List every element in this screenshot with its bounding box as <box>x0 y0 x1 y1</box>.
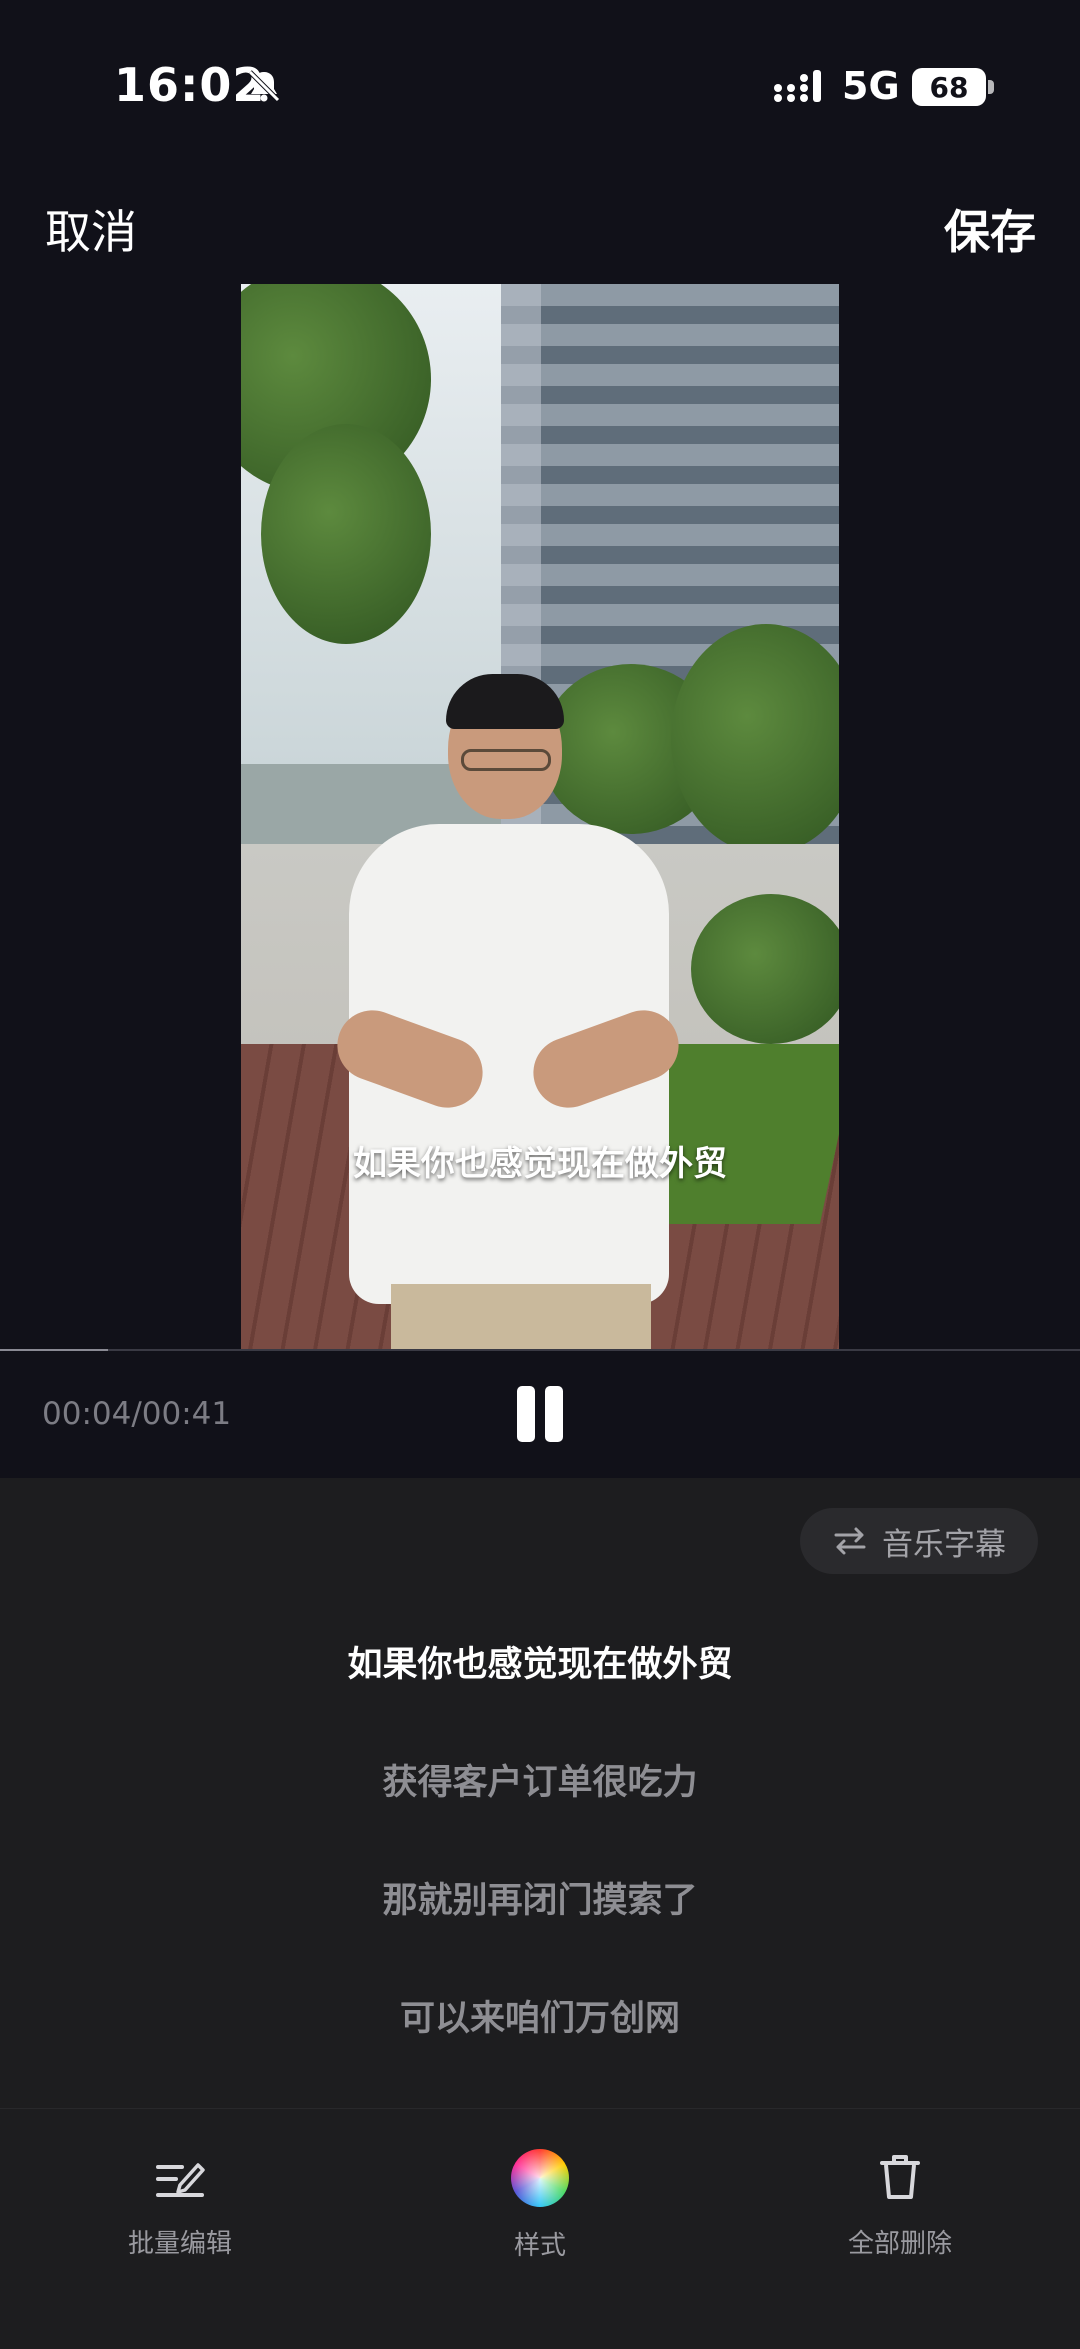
batch-edit-label: 批量编辑 <box>127 2229 232 2259</box>
signal-icon <box>774 70 821 102</box>
style-label: 样式 <box>513 2231 566 2261</box>
delete-all-label: 全部删除 <box>847 2229 952 2259</box>
video-tree <box>261 424 431 644</box>
music-subtitle-toggle[interactable]: 音乐字幕 <box>800 1508 1038 1574</box>
delete-all-button[interactable]: 全部删除 <box>800 2149 1000 2260</box>
video-shrub <box>691 894 839 1044</box>
status-time: 16:02 <box>114 58 266 112</box>
trash-icon <box>880 2155 920 2199</box>
color-wheel-icon <box>511 2149 569 2207</box>
status-bar: 16:02 5G 68 <box>0 0 1080 180</box>
network-type: 5G <box>842 64 900 108</box>
playback-time: 00:04/00:41 <box>42 1396 232 1432</box>
save-button[interactable]: 保存 <box>944 196 1036 262</box>
bell-slash-icon <box>248 70 280 102</box>
edit-lines-icon <box>156 2163 205 2197</box>
battery-tip <box>988 80 994 94</box>
battery-icon: 68 <box>912 68 986 106</box>
pause-icon[interactable] <box>514 1386 566 1442</box>
playback-progress-bar[interactable] <box>0 1349 1080 1351</box>
style-button[interactable]: 样式 <box>440 2149 640 2262</box>
battery-level: 68 <box>929 70 969 104</box>
video-preview[interactable]: 如果你也感觉现在做外贸 <box>241 284 839 1349</box>
video-person-pants <box>391 1284 651 1349</box>
subtitle-line[interactable]: 那就别再闭门摸索了 <box>0 1872 1080 1923</box>
playback-progress-fill <box>0 1349 108 1351</box>
bottom-toolbar: 批量编辑 样式 全部删除 <box>0 2108 1080 2349</box>
subtitle-line[interactable]: 获得客户订单很吃力 <box>0 1754 1080 1805</box>
video-person-glasses <box>461 749 551 771</box>
cancel-button[interactable]: 取消 <box>45 196 137 262</box>
swap-icon <box>834 1527 866 1555</box>
subtitle-line[interactable]: 可以来咱们万创网 <box>0 1990 1080 2041</box>
video-subtitle-overlay[interactable]: 如果你也感觉现在做外贸 <box>241 1136 839 1185</box>
batch-edit-button[interactable]: 批量编辑 <box>80 2149 280 2260</box>
subtitle-line[interactable]: 如果你也感觉现在做外贸 <box>0 1636 1080 1687</box>
music-subtitle-label: 音乐字幕 <box>882 1526 1006 1563</box>
